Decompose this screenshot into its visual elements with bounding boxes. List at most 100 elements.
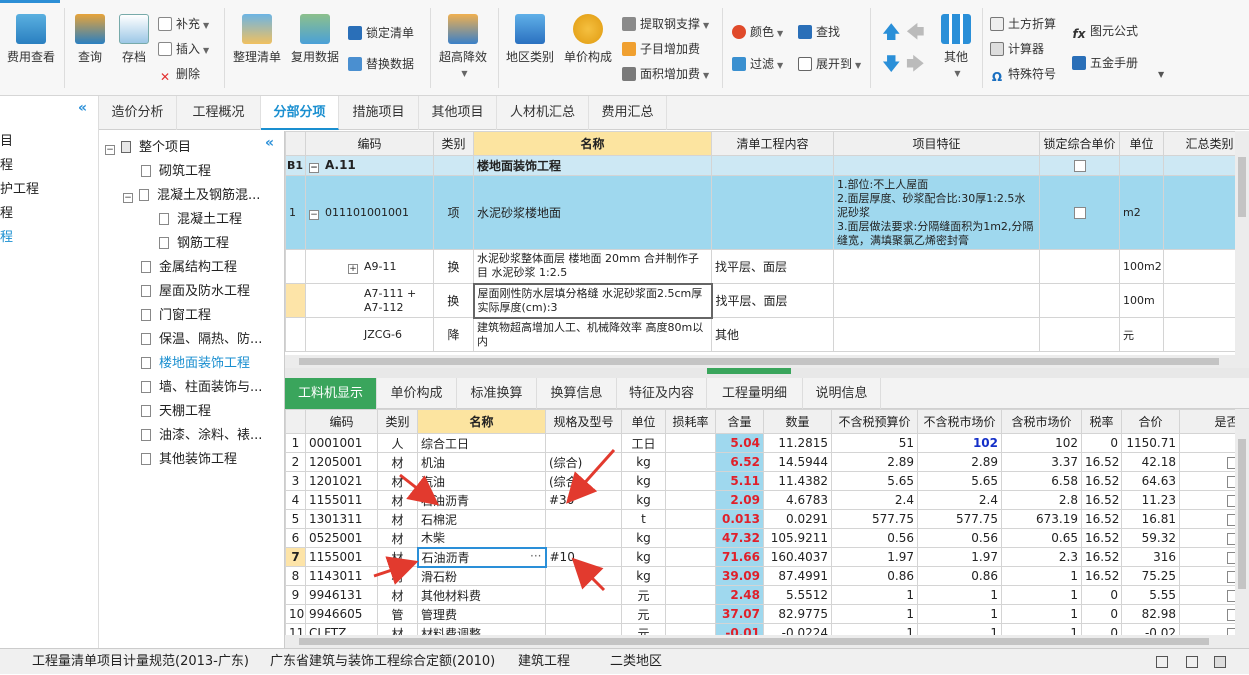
expand-plus-icon[interactable]: +: [348, 264, 358, 274]
layout-view-icon[interactable]: [1156, 656, 1168, 668]
tab-labor-material-display[interactable]: 工料机显示: [285, 378, 377, 409]
more-options-icon[interactable]: ···: [530, 549, 541, 563]
table-row[interactable]: B1 −A.11 楼地面装饰工程: [286, 156, 1249, 176]
col-header-type[interactable]: 类别: [378, 410, 418, 434]
col-header-code[interactable]: 编码: [306, 410, 378, 434]
collapse-minus-icon[interactable]: −: [105, 145, 115, 155]
tab-fee-summary[interactable]: 费用汇总: [589, 96, 667, 130]
tab-labor-material-summary[interactable]: 人材机汇总: [497, 96, 589, 130]
col-header-tax-market-price[interactable]: 含税市场价: [1002, 410, 1082, 434]
col-header-name[interactable]: 名称: [418, 410, 546, 434]
collapse-tree-icon[interactable]: «: [265, 135, 274, 151]
col-header-name[interactable]: 名称: [474, 132, 712, 156]
tree-item[interactable]: 油漆、涂料、裱...: [141, 424, 262, 443]
color-button[interactable]: 颜色▼: [732, 23, 783, 40]
reuse-data-button[interactable]: 复用数据: [288, 14, 342, 65]
col-header-spec[interactable]: 规格及型号: [546, 410, 622, 434]
table-row[interactable]: 109946605管管理费元37.0782.9775111082.98: [286, 605, 1249, 624]
delete-button[interactable]: ✕删除: [158, 65, 200, 84]
filter-button[interactable]: 过滤▼: [732, 55, 783, 72]
hardware-handbook-button[interactable]: 五金手册: [1072, 54, 1138, 71]
tab-cost-analysis[interactable]: 造价分析: [99, 96, 177, 130]
tree-item[interactable]: −混凝土及钢筋混...: [123, 184, 260, 203]
scroll-thumb[interactable]: [1238, 439, 1246, 589]
horizontal-scrollbar[interactable]: [285, 635, 1235, 648]
supplement-button[interactable]: 补充▼: [158, 15, 209, 32]
nav-item[interactable]: 程: [0, 202, 13, 221]
nav-item[interactable]: 目: [0, 130, 13, 149]
name-cell-editing[interactable]: 石油沥青···: [418, 548, 546, 567]
grid-view-icon[interactable]: [1214, 656, 1226, 668]
tab-project-overview[interactable]: 工程概况: [177, 96, 261, 130]
lock-list-button[interactable]: 锁定清单: [348, 24, 414, 41]
tree-item[interactable]: 钢筋工程: [159, 232, 229, 251]
collapse-minus-icon[interactable]: −: [123, 193, 133, 203]
table-row[interactable]: +A9-11 换 水泥砂浆整体面层 楼地面 20mm 合并制作子目 水泥砂浆 1…: [286, 250, 1249, 284]
tree-item[interactable]: 屋面及防水工程: [141, 280, 250, 299]
tab-convert-info[interactable]: 换算信息: [537, 378, 617, 409]
col-header-tax-rate[interactable]: 税率: [1082, 410, 1122, 434]
save-button[interactable]: 存档: [114, 14, 154, 65]
table-row[interactable]: 21205001材机油(综合)kg6.5214.59442.892.893.37…: [286, 453, 1249, 472]
collapse-minus-icon[interactable]: −: [309, 163, 319, 173]
tree-item[interactable]: 混凝土工程: [159, 208, 242, 227]
move-left-arrow-icon[interactable]: 🡄: [906, 20, 925, 50]
extract-steel-support-button[interactable]: 提取钢支撑▼: [622, 15, 709, 32]
col-header-feature[interactable]: 项目特征: [834, 132, 1040, 156]
tab-features[interactable]: 特征及内容: [617, 378, 707, 409]
vertical-scrollbar[interactable]: [1235, 131, 1249, 368]
col-header-type[interactable]: 类别: [434, 132, 474, 156]
tree-item[interactable]: 金属结构工程: [141, 256, 237, 275]
scroll-thumb[interactable]: [299, 358, 1219, 365]
fee-view-button[interactable]: 费用查看: [4, 14, 58, 65]
table-row[interactable]: A7-111 + A7-112 换 屋面刚性防水层填分格缝 水泥砂浆面2.5cm…: [286, 284, 1249, 318]
find-button[interactable]: 查找: [798, 23, 840, 40]
tab-measures[interactable]: 措施项目: [339, 96, 419, 130]
split-view-icon[interactable]: [1186, 656, 1198, 668]
insert-button[interactable]: 插入▼: [158, 40, 209, 57]
element-formula-button[interactable]: fx图元公式: [1072, 22, 1138, 41]
move-down-arrow-icon[interactable]: 🡇: [882, 52, 901, 82]
table-row[interactable]: 51301311材石棉泥t0.0130.0291577.75577.75673.…: [286, 510, 1249, 529]
tree-item[interactable]: 保温、隔热、防...: [141, 328, 262, 347]
vertical-scrollbar[interactable]: [1235, 409, 1249, 648]
tree-item-selected[interactable]: 楼地面装饰工程: [141, 352, 250, 371]
col-header-total[interactable]: 合价: [1122, 410, 1180, 434]
tab-quantity-detail[interactable]: 工程量明细: [707, 378, 803, 409]
table-row[interactable]: 31201021材汽油(综合kg5.1111.43825.655.656.581…: [286, 472, 1249, 491]
table-row[interactable]: 99946131材其他材料费元2.485.551211105.55: [286, 586, 1249, 605]
collapse-minus-icon[interactable]: −: [309, 210, 319, 220]
lock-checkbox[interactable]: [1074, 207, 1086, 219]
col-header-unit[interactable]: 单位: [622, 410, 666, 434]
scroll-thumb[interactable]: [299, 638, 1209, 645]
scroll-thumb[interactable]: [1238, 157, 1246, 217]
high-rise-reduction-button[interactable]: 超高降效▼: [436, 14, 490, 79]
organize-list-button[interactable]: 整理清单: [230, 14, 284, 65]
col-header-budget-price[interactable]: 不含税预算价: [832, 410, 918, 434]
col-header-content[interactable]: 含量: [716, 410, 764, 434]
tab-standard-convert[interactable]: 标准换算: [457, 378, 537, 409]
tree-root[interactable]: −整个项目: [105, 136, 191, 155]
special-symbol-button[interactable]: Ω特殊符号: [990, 65, 1056, 84]
region-category-button[interactable]: 地区类别: [504, 14, 556, 65]
col-header-unit[interactable]: 单位: [1120, 132, 1164, 156]
area-add-fee-button[interactable]: 面积增加费▼: [622, 65, 709, 82]
tree-item[interactable]: 天棚工程: [141, 400, 211, 419]
collapse-left-icon[interactable]: «: [78, 100, 87, 116]
table-row[interactable]: JZCG-6 降 建筑物超高增加人工、机械降效率 高度80m以内 其他 元: [286, 318, 1249, 352]
tab-description[interactable]: 说明信息: [803, 378, 881, 409]
col-header-market-price[interactable]: 不含税市场价: [918, 410, 1002, 434]
nav-item[interactable]: 护工程: [0, 178, 39, 197]
col-header-quantity[interactable]: 数量: [764, 410, 832, 434]
move-up-arrow-icon[interactable]: 🡅: [882, 20, 901, 50]
replace-data-button[interactable]: 替换数据: [348, 55, 414, 72]
ribbon-more-icon[interactable]: ▼: [1158, 70, 1164, 79]
child-item-add-fee-button[interactable]: 子目增加费: [622, 40, 700, 57]
table-row[interactable]: 10001001人综合工日工日5.0411.28155110210201150.…: [286, 434, 1249, 453]
tree-item[interactable]: 砌筑工程: [141, 160, 211, 179]
horizontal-scrollbar[interactable]: [285, 355, 1235, 368]
splitter-bar[interactable]: [285, 368, 1249, 378]
table-row[interactable]: 60525001材木柴kg47.32105.92110.560.560.6516…: [286, 529, 1249, 548]
col-header-lock-price[interactable]: 锁定综合单价: [1040, 132, 1120, 156]
col-header-content[interactable]: 清单工程内容: [712, 132, 834, 156]
